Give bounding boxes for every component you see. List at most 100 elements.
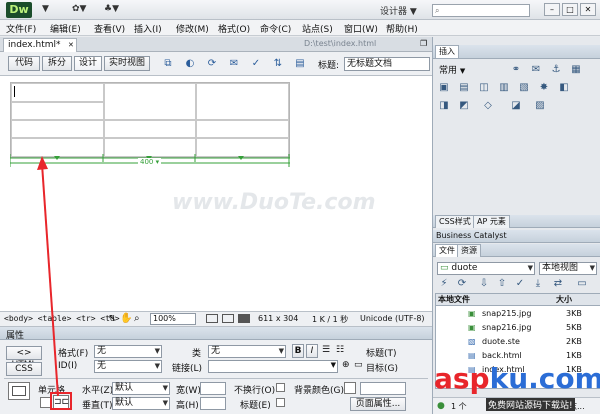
layout-menu-button[interactable]: ▼ <box>42 4 49 16</box>
script-icon[interactable]: ◨ <box>437 99 451 112</box>
table-icon[interactable]: ▦ <box>569 63 583 76</box>
list-item[interactable]: ▤ back.html 1KB <box>436 350 600 362</box>
nowrap-checkbox[interactable] <box>276 383 285 392</box>
div-icon[interactable]: ▣ <box>437 81 451 94</box>
refresh-icon[interactable]: ⟳ <box>455 277 469 290</box>
business-catalyst-header[interactable]: Business Catalyst <box>433 230 600 243</box>
id-select[interactable]: 无 ▼ <box>94 360 162 373</box>
table-cell[interactable] <box>104 83 196 120</box>
code-view-button[interactable]: 代码 <box>8 56 40 71</box>
files-panel-header[interactable]: 文件 资源 <box>433 244 600 257</box>
image-icon[interactable]: ▤ <box>457 81 471 94</box>
table-cell[interactable] <box>11 102 104 120</box>
bgcolor-input[interactable] <box>360 382 406 395</box>
expand-icon[interactable]: ▭ <box>575 277 589 290</box>
help-search-input[interactable]: ⌕ <box>432 4 530 17</box>
folder-icon[interactable]: ▭ <box>354 360 363 370</box>
properties-panel-header[interactable]: 属性 <box>0 327 432 341</box>
pointer-icon[interactable]: ↖ <box>108 313 116 324</box>
extend-menu-button[interactable]: ✿▼ <box>72 4 86 16</box>
tab-files[interactable]: 文件 <box>435 244 459 257</box>
hyperlink-icon[interactable]: ⚭ <box>509 63 523 76</box>
css-mode-button[interactable]: CSS <box>6 362 42 376</box>
list-item[interactable]: ▣ snap215.jpg 3KB <box>436 308 600 320</box>
menu-format[interactable]: 格式(O) <box>218 22 250 35</box>
list-item[interactable]: ▣ snap216.jpg 5KB <box>436 322 600 334</box>
close-button[interactable]: ✕ <box>580 3 596 16</box>
desktop-size-icon[interactable] <box>238 314 250 323</box>
check-in-icon[interactable]: ⤓ <box>531 277 545 290</box>
hand-icon[interactable]: ✋ <box>120 313 132 324</box>
insert-category-select[interactable]: 常用 ▼ <box>439 63 489 76</box>
menu-window[interactable]: 窗口(W) <box>344 22 378 35</box>
design-view-canvas[interactable]: www.DuoTe.com 400 ▾ <box>0 76 432 312</box>
email-icon[interactable]: ✉ <box>529 63 543 76</box>
head-icon[interactable]: ◧ <box>557 81 571 94</box>
anchor-icon[interactable]: ⚓ <box>549 63 563 76</box>
restore-icon[interactable]: ❐ <box>420 39 427 48</box>
window-size[interactable]: 611 x 304 <box>258 314 298 323</box>
tablet-size-icon[interactable] <box>222 314 234 323</box>
split-view-button[interactable]: 拆分 <box>42 56 72 71</box>
horz-select[interactable]: 默认 ▼ <box>112 382 170 395</box>
file-management-icon[interactable]: ⇅ <box>270 57 286 70</box>
view-select[interactable]: 本地视图 ▼ <box>539 262 597 275</box>
media-icon[interactable]: ◫ <box>477 81 491 94</box>
minimize-button[interactable]: – <box>544 3 560 16</box>
date-icon[interactable]: ▥ <box>497 81 511 94</box>
table-cell[interactable] <box>196 120 289 138</box>
spry-icon[interactable]: ▨ <box>533 99 547 112</box>
table-cell[interactable] <box>104 120 196 138</box>
tab-index-html[interactable]: index.html* ✕ <box>3 38 77 52</box>
menu-help[interactable]: 帮助(H) <box>386 22 418 35</box>
unordered-list-icon[interactable]: ☰ <box>322 345 330 355</box>
menu-commands[interactable]: 命令(C) <box>260 22 291 35</box>
tab-css-styles[interactable]: CSS样式 <box>435 215 475 228</box>
site-menu-button[interactable]: ♣▼ <box>104 4 119 16</box>
html-table[interactable] <box>10 82 290 158</box>
italic-button[interactable]: I <box>306 344 318 358</box>
menu-insert[interactable]: 插入(I) <box>134 22 162 35</box>
widget-icon[interactable]: ◪ <box>509 99 523 112</box>
table-cell[interactable] <box>11 83 104 102</box>
preview-icon[interactable]: ▤ <box>292 57 308 70</box>
check-out-icon[interactable]: ✓ <box>513 277 527 290</box>
refresh-design-icon[interactable]: ⟳ <box>204 57 220 70</box>
col-local-files[interactable]: 本地文件 <box>438 294 470 306</box>
menu-site[interactable]: 站点(S) <box>302 22 333 35</box>
page-properties-button[interactable]: 页面属性... <box>350 397 406 411</box>
header-checkbox[interactable] <box>276 398 285 407</box>
insert-panel-header[interactable]: 插入 <box>433 45 600 59</box>
template-icon[interactable]: ◩ <box>457 99 471 112</box>
site-select[interactable]: ▭ duote ▼ <box>437 262 535 275</box>
sync-icon[interactable]: ⇄ <box>551 277 565 290</box>
bgcolor-swatch[interactable] <box>344 382 356 394</box>
list-item[interactable]: ▧ duote.ste 2KB <box>436 336 600 348</box>
link-input[interactable]: ▼ <box>208 360 338 373</box>
menu-modify[interactable]: 修改(M) <box>176 22 209 35</box>
menu-view[interactable]: 查看(V) <box>94 22 125 35</box>
class-select[interactable]: 无 ▼ <box>208 345 286 358</box>
comment-icon[interactable]: ✸ <box>537 81 551 94</box>
live-view-button[interactable]: 实时视图 <box>104 56 150 71</box>
width-input[interactable] <box>200 382 226 395</box>
table-cell[interactable] <box>196 83 289 120</box>
server-include-icon[interactable]: ▧ <box>517 81 531 94</box>
check-icon[interactable]: ✓ <box>248 57 264 70</box>
connect-icon[interactable]: ⚡ <box>437 277 451 290</box>
tab-assets[interactable]: 资源 <box>457 244 481 257</box>
merge-cells-icon[interactable] <box>40 397 52 408</box>
get-file-icon[interactable]: ⇩ <box>477 277 491 290</box>
vert-select[interactable]: 默认 ▼ <box>112 397 170 410</box>
table-cell[interactable] <box>11 120 104 138</box>
height-input[interactable] <box>200 397 226 410</box>
menu-file[interactable]: 文件(F) <box>6 22 36 35</box>
format-select[interactable]: 无 ▼ <box>94 345 162 358</box>
html-mode-button[interactable]: <> HTML <box>6 346 42 370</box>
tab-ap-elements[interactable]: AP 元素 <box>473 215 510 228</box>
globe-icon[interactable]: ◐ <box>182 57 198 70</box>
tab-insert[interactable]: 插入 <box>435 45 459 58</box>
put-file-icon[interactable]: ⇧ <box>495 277 509 290</box>
page-title-input[interactable]: 无标题文档 <box>344 57 430 71</box>
zoom-select[interactable]: 100% <box>150 313 196 325</box>
